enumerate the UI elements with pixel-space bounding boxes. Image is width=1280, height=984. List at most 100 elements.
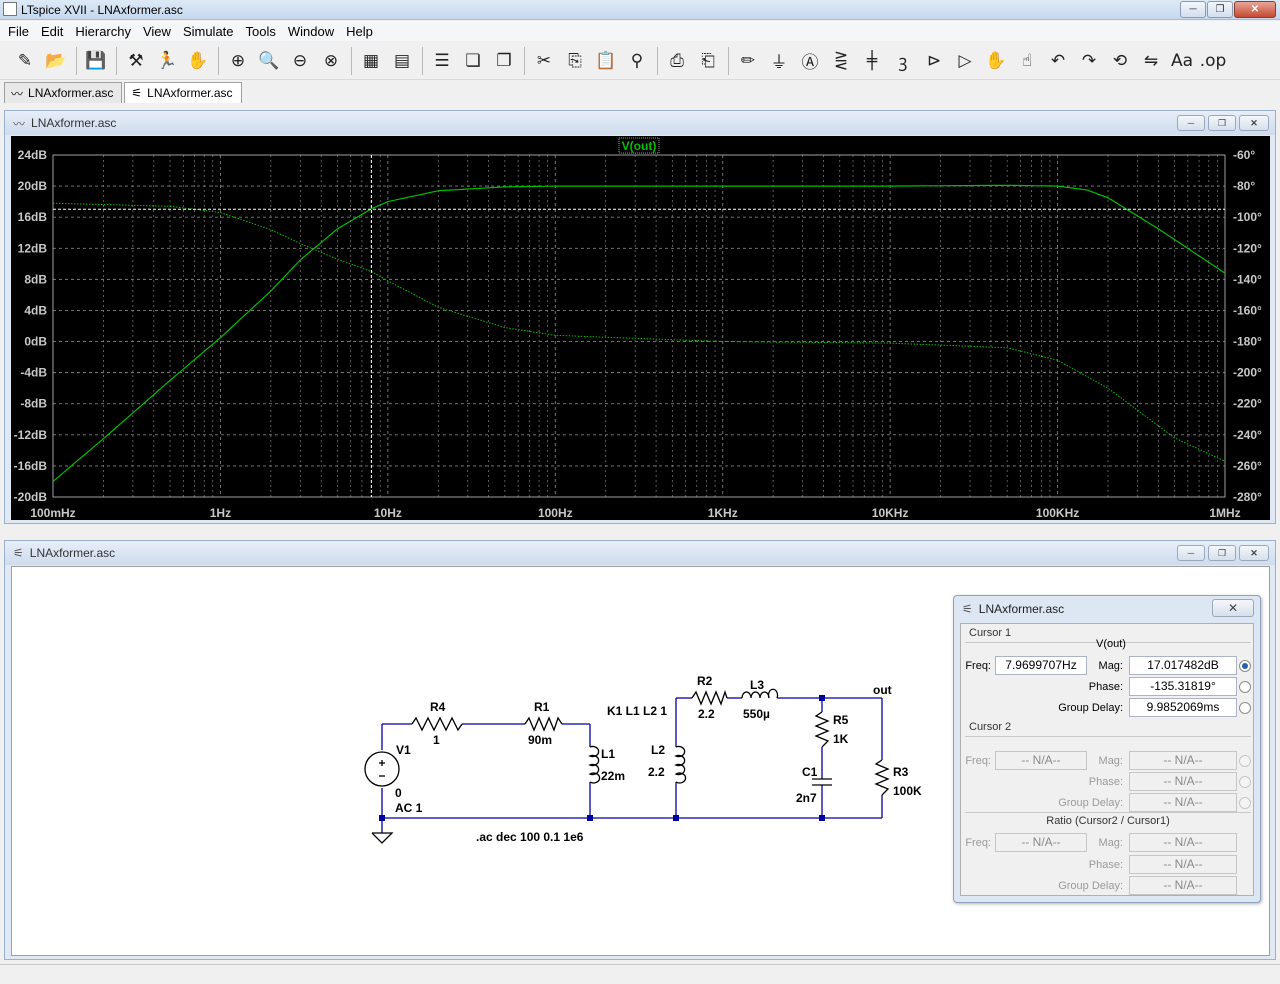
bode-plot[interactable]: 100mHz 1Hz 10Hz 100Hz 1KHz 10KHz 100KHz 1MHz 24d… [11, 136, 1270, 520]
cursor1-trace-name: V(out) [1096, 638, 1126, 650]
tab-waveform[interactable]: 〰 LNAxformer.asc [4, 82, 123, 103]
schematic-window-titlebar[interactable]: ⚟ LNAxformer.asc [5, 541, 1275, 565]
move-icon[interactable]: ✋ [981, 46, 1011, 76]
y-right-tick-label: -160° [1233, 303, 1262, 317]
cursor1-mag-radio[interactable] [1239, 660, 1251, 672]
spice-directive-icon[interactable]: .op [1198, 46, 1228, 76]
waveform-icon: 〰 [11, 86, 24, 101]
r2-value: 2.2 [698, 707, 715, 721]
resistor-icon[interactable]: ⋛ [826, 46, 856, 76]
rotate-icon[interactable]: ⟲ [1105, 46, 1135, 76]
cursor2-phase-label: Phase: [1088, 776, 1123, 788]
schematic-icon: ⚟ [13, 546, 24, 560]
y-right-tick-label: -100° [1233, 210, 1262, 224]
mirror-icon[interactable]: ⇋ [1136, 46, 1166, 76]
cascade-icon[interactable]: ❐ [489, 46, 519, 76]
control-panel-icon[interactable]: ⚒ [121, 46, 151, 76]
tile-horizontal-icon[interactable]: ☰ [427, 46, 457, 76]
ltspice-app-icon[interactable] [3, 2, 17, 16]
zoom-fit-icon[interactable]: ⊗ [316, 46, 346, 76]
sch-restore-button[interactable]: ❐ [1208, 545, 1236, 561]
cursor-dialog-close-button[interactable]: ✕ [1212, 599, 1254, 617]
plot-pane[interactable]: 100mHz 1Hz 10Hz 100Hz 1KHz 10KHz 100KHz 1MHz 24d… [11, 136, 1270, 520]
cursor1-mag-field[interactable]: 17.017482dB [1129, 656, 1237, 675]
cut-icon[interactable]: ✂ [529, 46, 559, 76]
waveform-window-titlebar[interactable]: 〰 LNAxformer.asc [5, 111, 1275, 135]
menu-hierarchy[interactable]: Hierarchy [69, 24, 137, 39]
r5-label: R5 [833, 713, 849, 727]
l1-value: 22m [601, 769, 625, 783]
plot-minimize-button[interactable]: ─ [1177, 115, 1205, 131]
cursor2-mag-label: Mag: [1098, 755, 1123, 767]
tab-schematic[interactable]: ⚟ LNAxformer.asc [124, 82, 242, 103]
wire-icon[interactable]: ✏ [733, 46, 763, 76]
paste-icon[interactable]: 📋 [591, 46, 621, 76]
cursor2-phase-field[interactable]: -- N/A-- [1129, 772, 1237, 791]
print-preview-icon[interactable]: ⎗ [693, 46, 723, 76]
sch-minimize-button[interactable]: ─ [1177, 545, 1205, 561]
label-net-icon[interactable]: Ⓐ [795, 46, 825, 76]
print-icon[interactable]: ⎙ [662, 46, 692, 76]
plot-close-button[interactable]: ✕ [1239, 115, 1269, 131]
run-icon[interactable]: 🏃 [152, 46, 182, 76]
menu-edit[interactable]: Edit [35, 24, 69, 39]
ratio-phase-field[interactable]: -- N/A-- [1129, 855, 1237, 874]
restore-button[interactable]: ❐ [1207, 1, 1233, 18]
zoom-in-icon[interactable]: ⊕ [223, 46, 253, 76]
tile-vertical-icon[interactable]: ❏ [458, 46, 488, 76]
autorange-icon[interactable]: ▦ [356, 46, 386, 76]
ratio-mag-field[interactable]: -- N/A-- [1129, 833, 1237, 852]
cursor2-divider [965, 736, 1251, 737]
menu-help[interactable]: Help [340, 24, 379, 39]
y-right-tick-label: -220° [1233, 397, 1262, 411]
inductor-icon[interactable]: ꝫ [888, 46, 918, 76]
ratio-freq-field[interactable]: -- N/A-- [995, 833, 1087, 852]
save-icon[interactable]: 💾 [81, 46, 111, 76]
cursor2-phase-radio[interactable] [1239, 776, 1251, 788]
zoom-out-icon[interactable]: ⊖ [285, 46, 315, 76]
trace-label[interactable]: V(out) [622, 139, 657, 153]
sch-close-button[interactable]: ✕ [1239, 545, 1269, 561]
open-icon[interactable]: 📂 [41, 46, 71, 76]
cursor1-gd-field[interactable]: 9.9852069ms [1129, 698, 1237, 717]
cursor1-freq-field[interactable]: 7.9699707Hz [995, 656, 1087, 675]
cursor-dialog-title: LNAxformer.asc [978, 602, 1065, 616]
cursor1-phase-label: Phase: [1088, 681, 1123, 693]
find-icon[interactable]: ⚲ [622, 46, 652, 76]
plot-restore-button[interactable]: ❐ [1208, 115, 1236, 131]
menu-view[interactable]: View [137, 24, 177, 39]
cursor1-phase-field[interactable]: -135.31819° [1129, 677, 1237, 696]
cursor2-gd-radio[interactable] [1239, 797, 1251, 809]
drag-icon[interactable]: ☝ [1012, 46, 1042, 76]
text-icon[interactable]: Aa [1167, 46, 1197, 76]
menu-file[interactable]: File [2, 24, 35, 39]
capacitor-icon[interactable]: ╪ [857, 46, 887, 76]
halt-icon[interactable]: ✋ [183, 46, 213, 76]
ac-directive[interactable]: .ac dec 100 0.1 1e6 [476, 830, 584, 844]
minimize-button[interactable]: ─ [1180, 1, 1206, 18]
copy-icon[interactable]: ⎘ [560, 46, 590, 76]
c1-value: 2n7 [796, 791, 817, 805]
menu-window[interactable]: Window [282, 24, 340, 39]
ratio-gd-field[interactable]: -- N/A-- [1129, 876, 1237, 895]
ground-icon[interactable]: ⏚ [764, 46, 794, 76]
cursor2-mag-field[interactable]: -- N/A-- [1129, 751, 1237, 770]
pan-icon[interactable]: 🔍 [254, 46, 284, 76]
menu-tools[interactable]: Tools [240, 24, 282, 39]
cursor2-gd-field[interactable]: -- N/A-- [1129, 793, 1237, 812]
redo-icon[interactable]: ↷ [1074, 46, 1104, 76]
component-icon[interactable]: ▷ [950, 46, 980, 76]
title-bar: LTspice XVII - LNAxformer.asc ─ ❐ ✕ [0, 0, 1280, 20]
r3-label: R3 [893, 765, 909, 779]
cursor2-mag-radio[interactable] [1239, 755, 1251, 767]
undo-icon[interactable]: ↶ [1043, 46, 1073, 76]
new-schematic-icon[interactable]: ✎ [10, 46, 40, 76]
plot-settings-icon[interactable]: ▤ [387, 46, 417, 76]
cursor1-phase-radio[interactable] [1239, 681, 1251, 693]
cursor2-freq-field[interactable]: -- N/A-- [995, 751, 1087, 770]
ratio-mag-label: Mag: [1098, 837, 1123, 849]
diode-icon[interactable]: ⊳ [919, 46, 949, 76]
close-button[interactable]: ✕ [1234, 1, 1276, 18]
cursor1-gd-radio[interactable] [1239, 702, 1251, 714]
menu-simulate[interactable]: Simulate [177, 24, 240, 39]
